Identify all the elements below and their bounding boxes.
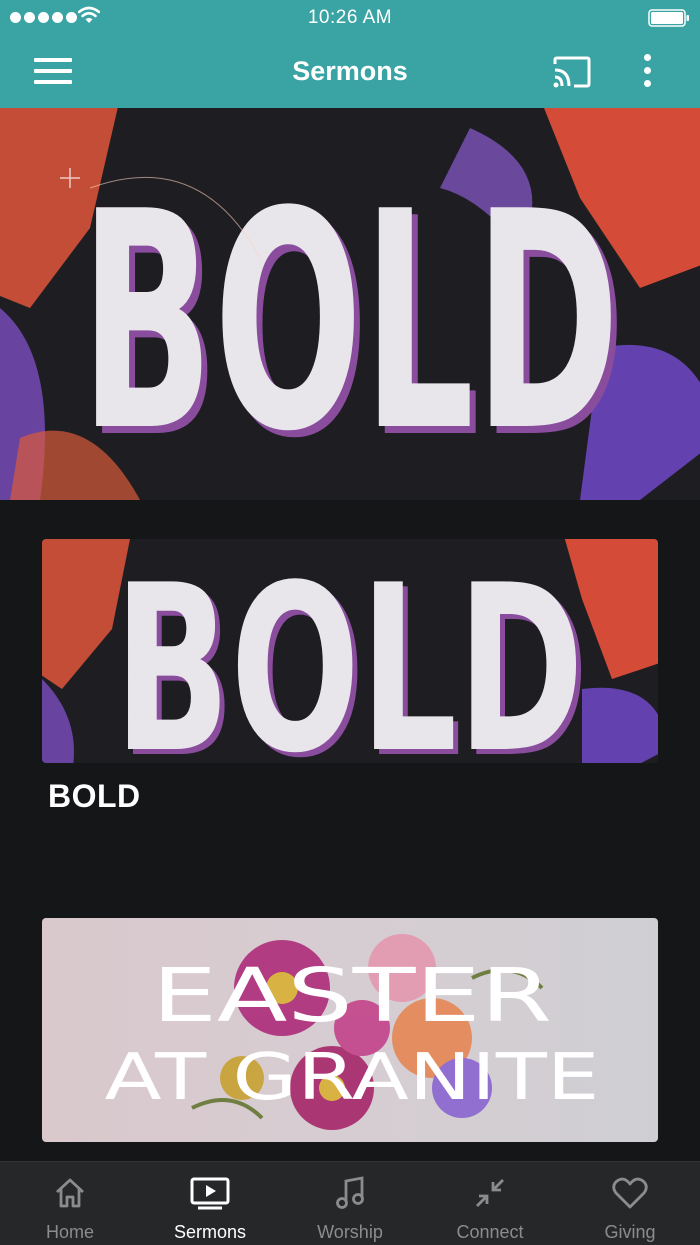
tab-home-label: Home (45, 1222, 94, 1242)
tv-play-icon (190, 1177, 230, 1210)
tab-worship[interactable]: Worship (280, 1162, 420, 1245)
cast-icon[interactable] (552, 56, 592, 88)
page-title: Sermons (292, 56, 408, 86)
svg-text:EASTER: EASTER (152, 953, 552, 1039)
collapse-arrows-icon (476, 1179, 504, 1207)
battery-icon (648, 9, 689, 27)
app-bar: Sermons (0, 36, 700, 108)
tab-home[interactable]: Home (0, 1162, 140, 1245)
more-options-icon[interactable] (640, 54, 654, 92)
sermon-series-thumbnail-bold[interactable]: BOLD BOLD (42, 539, 658, 763)
bold-series-artwork: BOLD BOLD (0, 108, 700, 500)
tab-sermons-label: Sermons (173, 1222, 247, 1242)
sermon-series-thumbnail-easter[interactable]: EASTER AT GRANITE (42, 918, 658, 1142)
tab-worship-label: Worship (317, 1222, 383, 1242)
status-time: 10:26 AM (307, 7, 393, 28)
bottom-tab-bar: Home Sermons Worship Connect Giving (0, 1161, 700, 1245)
sermon-series-title[interactable]: BOLD (48, 778, 141, 815)
easter-thumbnail-artwork: EASTER AT GRANITE (42, 918, 658, 1142)
heart-icon (612, 1177, 648, 1209)
music-note-icon (336, 1176, 364, 1209)
tab-giving-label: Giving (604, 1222, 656, 1242)
svg-text:BOLD: BOLD (80, 148, 620, 497)
tab-giving[interactable]: Giving (560, 1162, 700, 1245)
featured-series-banner[interactable]: BOLD BOLD (0, 108, 700, 500)
svg-text:BOLD: BOLD (114, 539, 584, 763)
bold-thumbnail-artwork: BOLD BOLD (42, 539, 658, 763)
tab-connect[interactable]: Connect (420, 1162, 560, 1245)
tab-sermons[interactable]: Sermons (140, 1162, 280, 1245)
status-bar: 10:26 AM (0, 0, 700, 36)
home-icon (56, 1178, 84, 1208)
svg-text:AT GRANITE: AT GRANITE (105, 1041, 600, 1115)
tab-connect-label: Connect (456, 1222, 524, 1242)
